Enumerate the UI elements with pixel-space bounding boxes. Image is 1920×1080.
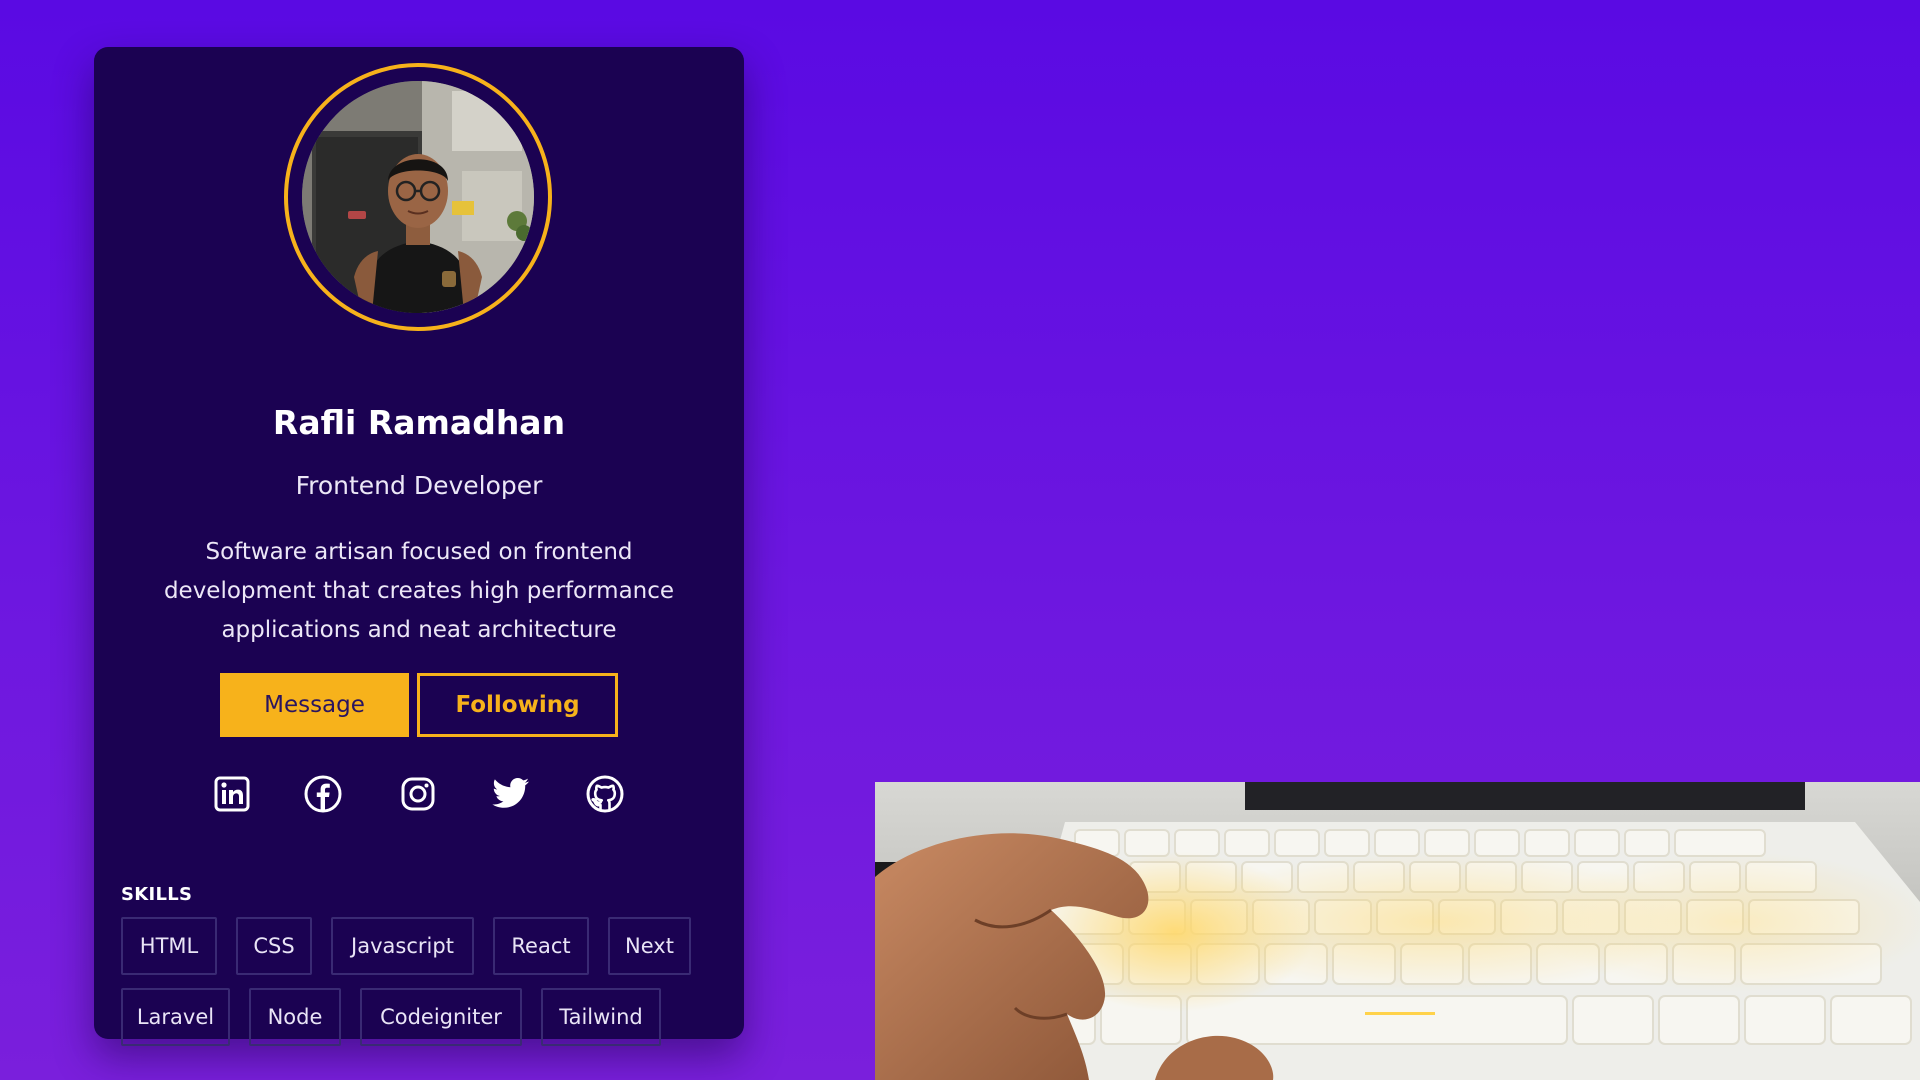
profile-card: Rafli Ramadhan Frontend Developer Softwa… [94,47,744,1046]
skill-tag: React [493,917,589,975]
avatar-ring [284,63,552,331]
linkedin-icon [214,776,250,812]
github-icon [586,775,624,813]
skill-tag: CSS [236,917,312,975]
facebook-icon [304,775,342,813]
profile-name: Rafli Ramadhan [272,403,566,442]
skill-tag: Codeigniter [360,988,522,1046]
skill-tag: Javascript [331,917,474,975]
linkedin-link[interactable] [212,774,252,814]
twitter-icon [492,778,529,808]
keyboard-image [875,782,1920,1080]
keyboard-photo [875,782,1920,1080]
profile-bio: Software artisan focused on frontend dev… [163,539,675,643]
following-button[interactable]: Following [417,673,618,737]
skill-tag: Node [249,988,341,1046]
skill-tag: Laravel [121,988,230,1046]
profile-role: Frontend Developer [295,471,543,500]
avatar [302,81,534,313]
skill-tag: Next [608,917,691,975]
skills-title: SKILLS [121,884,193,905]
message-button[interactable]: Message [220,673,409,737]
avatar-photo [302,81,534,313]
twitter-link[interactable] [491,774,531,814]
skill-tag: Tailwind [541,988,661,1046]
instagram-link[interactable] [398,774,438,814]
instagram-icon [401,777,435,811]
skill-tag: HTML [121,917,217,975]
facebook-link[interactable] [303,774,343,814]
social-links [94,774,744,814]
github-link[interactable] [585,774,625,814]
